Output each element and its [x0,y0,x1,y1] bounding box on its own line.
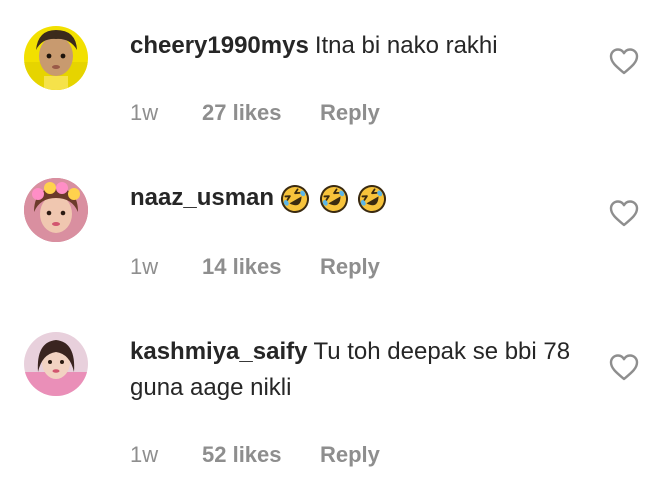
avatar[interactable] [24,26,88,90]
heart-outline-icon[interactable] [608,352,640,382]
likes-count[interactable]: 14 likes [202,252,320,282]
heart-outline-icon[interactable] [608,46,640,76]
comment-meta: 1w 27 likes Reply [130,98,380,128]
emoji-group [280,181,389,217]
reply-button[interactable]: Reply [320,440,380,470]
timestamp[interactable]: 1w [130,98,202,128]
rolling-on-floor-laughing-emoji [319,185,348,214]
rolling-on-floor-laughing-emoji [281,185,310,214]
timestamp[interactable]: 1w [130,440,202,470]
comment-body: Itna bi nako rakhi [314,32,498,59]
timestamp[interactable]: 1w [130,252,202,282]
rolling-on-floor-laughing-emoji [358,185,387,214]
username[interactable]: naaz_usman [130,184,274,211]
reply-button[interactable]: Reply [320,252,380,282]
comment-2: naaz_usman 1w 14 likes Reply [0,150,670,310]
likes-count[interactable]: 27 likes [202,98,320,128]
comment-3: kashmiya_saify Tu toh deepak se bbi 78 gu… [0,310,670,483]
comment-text: kashmiya_saify Tu toh deepak se bbi 78 gu… [130,334,580,406]
comment-1: cheery1990mys Itna bi nako rakhi 1w 27 lik… [0,0,670,150]
comment-meta: 1w 52 likes Reply [130,440,380,470]
username[interactable]: kashmiya_saify [130,338,307,365]
heart-outline-icon[interactable] [608,198,640,228]
reply-button[interactable]: Reply [320,98,380,128]
comment-meta: 1w 14 likes Reply [130,252,380,282]
comment-text: naaz_usman [130,180,580,217]
comment-text: cheery1990mys Itna bi nako rakhi [130,28,580,64]
username[interactable]: cheery1990mys [130,32,309,59]
likes-count[interactable]: 52 likes [202,440,320,470]
avatar[interactable] [24,332,88,396]
avatar[interactable] [24,178,88,242]
